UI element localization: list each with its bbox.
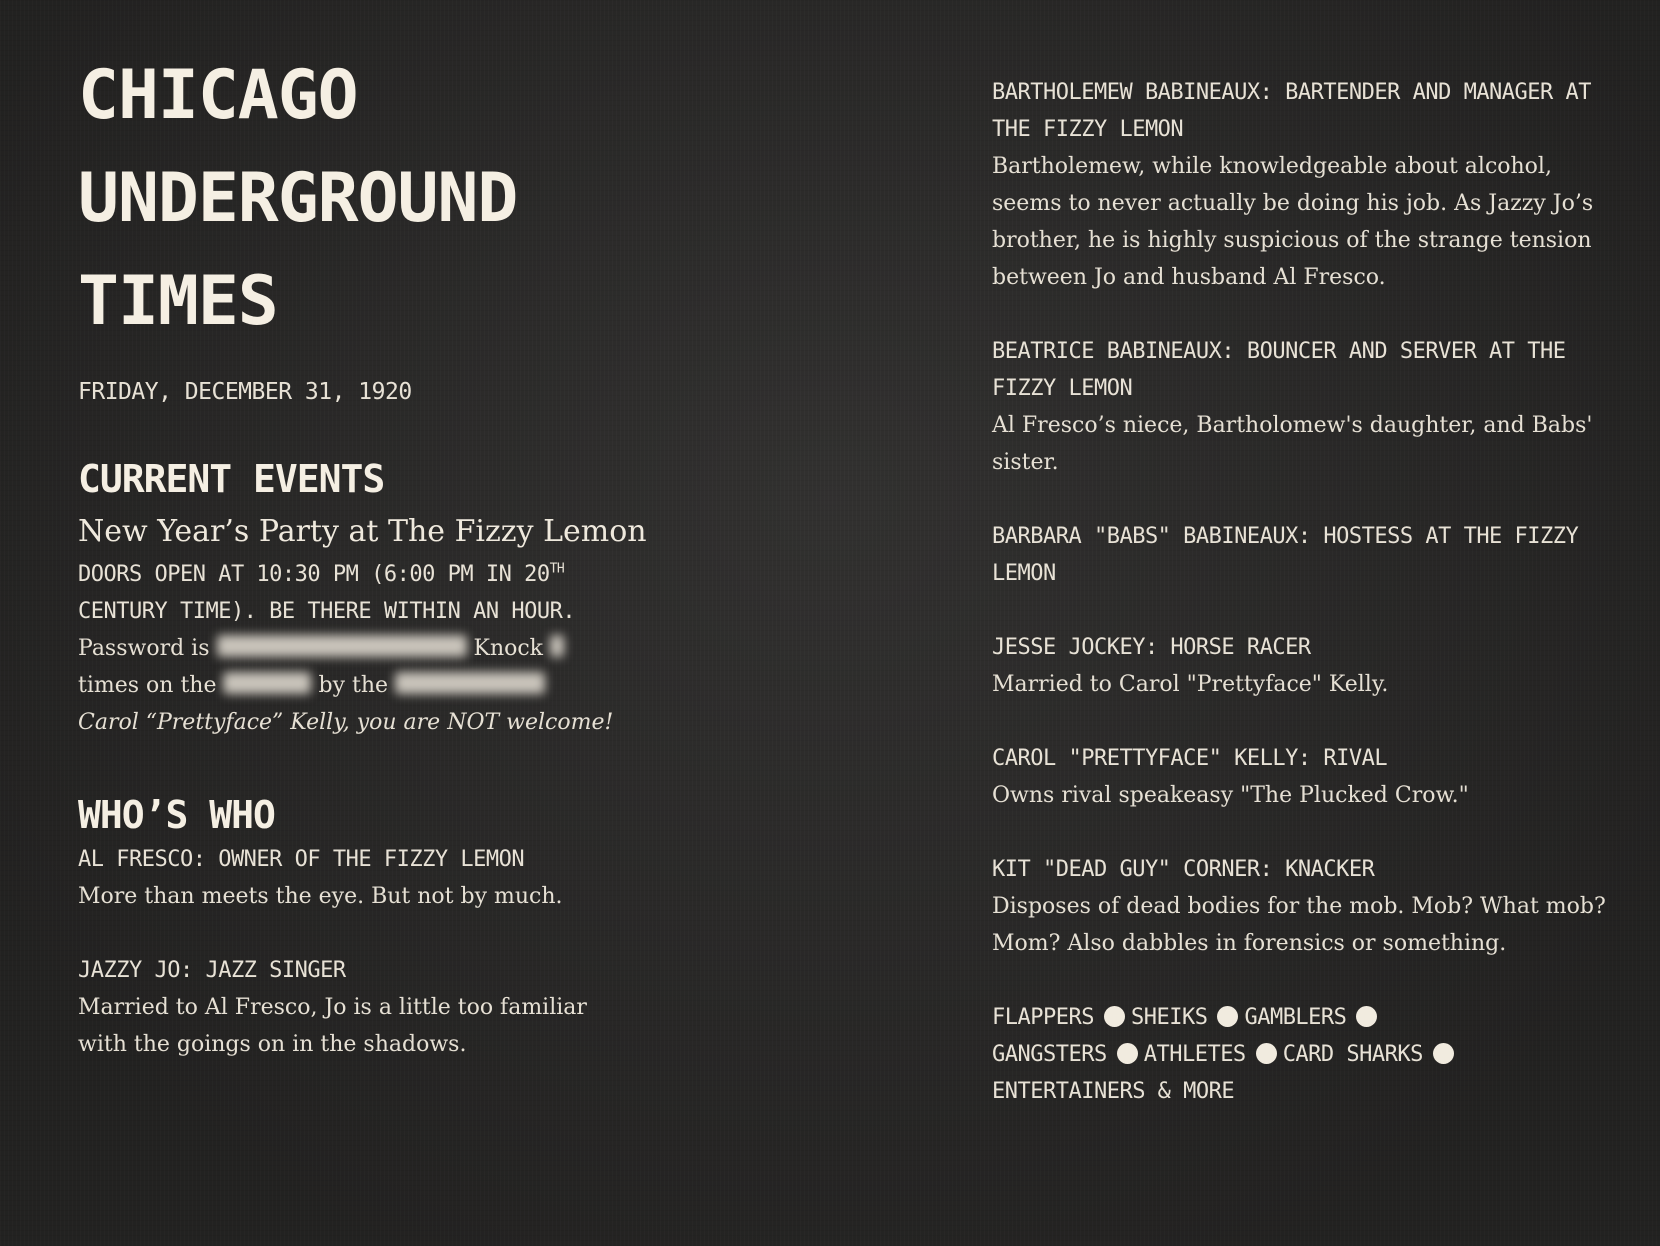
bullet-dot-icon — [1356, 1006, 1378, 1027]
right-column: BARTHOLEMEW BABINEAUX: BARTENDER AND MAN… — [992, 74, 1612, 1110]
character-entry: CAROL "PRETTYFACE" KELLY: RIVAL Owns riv… — [992, 740, 1612, 814]
times-prefix: times on the — [78, 673, 217, 698]
role-flappers: FLAPPERS — [992, 1005, 1094, 1030]
role-card-sharks: CARD SHARKS — [1282, 1042, 1424, 1067]
masthead-line-1: CHICAGO — [78, 56, 359, 135]
bullet-dot-icon — [1116, 1043, 1138, 1064]
password-info: Password is Knock times on the by the — [78, 630, 678, 704]
character-entry: BARTHOLEMEW BABINEAUX: BARTENDER AND MAN… — [992, 74, 1612, 296]
newspaper-page: CHICAGO UNDERGROUND TIMES FRIDAY, DECEMB… — [0, 0, 1660, 1246]
character-entry: JESSE JOCKEY: HORSE RACER Married to Car… — [992, 629, 1612, 703]
character-entry: JAZZY JO: JAZZ SINGER Married to Al Fres… — [78, 952, 638, 1063]
character-role: JAZZY JO: JAZZ SINGER — [78, 958, 346, 983]
issue-date: FRIDAY, DECEMBER 31, 1920 — [78, 379, 412, 405]
bullet-dot-icon — [1217, 1006, 1239, 1027]
masthead-line-3: TIMES — [78, 262, 279, 341]
redacted-password — [216, 635, 467, 657]
role-sheiks: SHEIKS — [1130, 1005, 1208, 1030]
character-role: KIT "DEAD GUY" CORNER: KNACKER — [992, 857, 1375, 882]
roles-list: FLAPPERS SHEIKS GAMBLERS GANGSTERS ATHLETES… — [992, 999, 1612, 1110]
ordinal-suffix: TH — [549, 561, 565, 577]
character-description: Owns rival speakeasy "The Plucked Crow." — [992, 783, 1469, 808]
character-description: More than meets the eye. But not by much… — [78, 884, 563, 909]
role-entertainers: ENTERTAINERS & MORE — [992, 1079, 1235, 1104]
redacted-knock-count — [550, 635, 565, 657]
bullet-dot-icon — [1432, 1043, 1454, 1064]
character-description: Bartholemew, while knowledgeable about a… — [992, 154, 1594, 290]
left-column: CHICAGO UNDERGROUND TIMES FRIDAY, DECEMB… — [78, 44, 678, 1063]
password-prefix: Password is — [78, 636, 210, 661]
character-role: BEATRICE BABINEAUX: BOUNCER AND SERVER A… — [992, 339, 1566, 401]
character-role: BARBARA "BABS" BABINEAUX: HOSTESS AT THE… — [992, 524, 1579, 586]
left-entries: AL FRESCO: OWNER OF THE FIZZY LEMON More… — [78, 841, 678, 1063]
character-description: Married to Al Fresco, Jo is a little too… — [78, 995, 587, 1057]
event-title: New Year’s Party at The Fizzy Lemon — [78, 514, 647, 549]
character-entry: BARBARA "BABS" BABINEAUX: HOSTESS AT THE… — [992, 518, 1612, 592]
character-entry: BEATRICE BABINEAUX: BOUNCER AND SERVER A… — [992, 333, 1612, 481]
character-role: BARTHOLEMEW BABINEAUX: BARTENDER AND MAN… — [992, 80, 1592, 142]
role-gangsters: GANGSTERS — [992, 1042, 1107, 1067]
knock-word: Knock — [473, 636, 544, 661]
current-events-heading: CURRENT EVENTS — [78, 457, 385, 501]
character-description: Married to Carol "Prettyface" Kelly. — [992, 672, 1389, 697]
character-entry: KIT "DEAD GUY" CORNER: KNACKER Disposes … — [992, 851, 1612, 962]
character-role: AL FRESCO: OWNER OF THE FIZZY LEMON — [78, 847, 525, 872]
masthead-line-2: UNDERGROUND — [78, 159, 518, 238]
character-role: CAROL "PRETTYFACE" KELLY: RIVAL — [992, 746, 1388, 771]
character-description: Al Fresco’s niece, Bartholomew's daughte… — [992, 413, 1593, 475]
warning-note: Carol “Prettyface” Kelly, you are NOT we… — [78, 710, 614, 735]
bullet-dot-icon — [1103, 1006, 1125, 1027]
character-role: JESSE JOCKEY: HORSE RACER — [992, 635, 1311, 660]
whos-who-heading: WHO’S WHO — [78, 793, 276, 837]
character-entry: AL FRESCO: OWNER OF THE FIZZY LEMON More… — [78, 841, 678, 915]
by-the: by the — [318, 673, 389, 698]
bullet-dot-icon — [1255, 1043, 1277, 1064]
role-athletes: ATHLETES — [1143, 1042, 1246, 1067]
masthead-title: CHICAGO UNDERGROUND TIMES — [78, 44, 678, 353]
doors-line-2: CENTURY TIME). BE THERE WITHIN AN HOUR. — [78, 599, 576, 624]
doors-open-info: DOORS OPEN AT 10:30 PM (6:00 PM IN 20TH … — [78, 556, 678, 630]
redacted-detail — [395, 672, 546, 694]
role-gamblers: GAMBLERS — [1244, 1005, 1347, 1030]
redacted-location — [223, 672, 312, 694]
doors-line-1: DOORS OPEN AT 10:30 PM (6:00 PM IN 20 — [78, 562, 550, 587]
character-description: Disposes of dead bodies for the mob. Mob… — [992, 894, 1606, 956]
